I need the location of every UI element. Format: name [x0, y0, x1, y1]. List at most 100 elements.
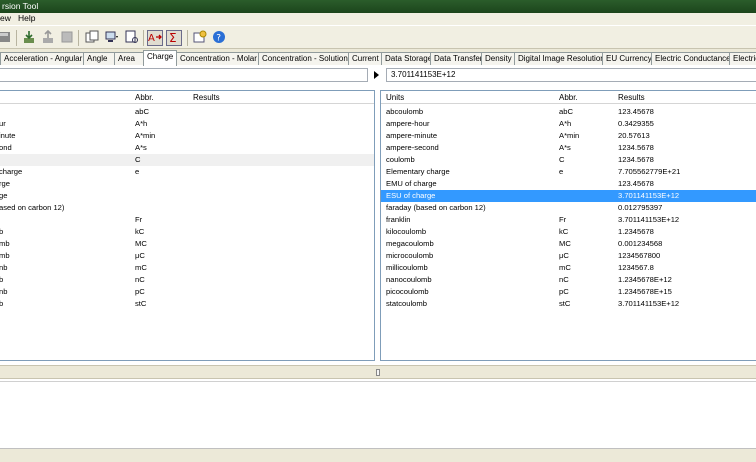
- tab-eu-currency[interactable]: EU Currency: [602, 52, 652, 65]
- table-row[interactable]: Elementary charge e 7.705562779E+21: [381, 166, 756, 178]
- svg-text:A: A: [148, 33, 155, 44]
- unit-abbr: abC: [559, 107, 573, 116]
- table-row[interactable]: franklin Fr 3.701141153E+12: [381, 214, 756, 226]
- help-button[interactable]: ?: [211, 30, 227, 46]
- unit-name: picocoulomb: [386, 287, 429, 296]
- settings-button[interactable]: [192, 30, 208, 46]
- category-tabs: Acceleration - Angular Angle Area Charge Con…: [0, 50, 756, 66]
- unit-name: franklin: [386, 215, 411, 224]
- unit-abbr: C: [559, 155, 565, 164]
- gear-icon: [193, 30, 207, 46]
- table-row[interactable]: mb MC: [0, 238, 374, 250]
- results-column-header[interactable]: Results: [193, 93, 220, 102]
- results-column-header[interactable]: Results: [618, 93, 645, 102]
- table-row[interactable]: abC: [0, 106, 374, 118]
- table-row[interactable]: inute A*min: [0, 130, 374, 142]
- copy-button[interactable]: [84, 30, 100, 46]
- menu-view[interactable]: ew: [0, 13, 11, 23]
- table-row[interactable]: kilocoulomb kC 1.2345678: [381, 226, 756, 238]
- import-icon: [22, 30, 36, 46]
- content-area: 3.701141153E+12 Abbr. Results abC ur A*h in…: [0, 65, 756, 462]
- table-row[interactable]: picocoulomb pC 1.2345678E+15: [381, 286, 756, 298]
- unit-abbr: A*h: [559, 119, 572, 128]
- unit-result: 123.45678: [618, 107, 654, 116]
- table-row[interactable]: charge e: [0, 166, 374, 178]
- unit-result: 1234567.8: [618, 263, 654, 272]
- table-row[interactable]: b kC: [0, 226, 374, 238]
- table-row[interactable]: ased on carbon 12): [0, 202, 374, 214]
- convert-direction-icon: [374, 71, 379, 79]
- unit-abbr: pC: [135, 287, 145, 296]
- tab-electric-conductance[interactable]: Electric Conductance: [651, 52, 730, 65]
- left-input-field[interactable]: [0, 68, 368, 82]
- tab-data-transfer[interactable]: Data Transfer: [430, 52, 482, 65]
- units-column-header[interactable]: Units: [386, 93, 404, 102]
- menu-bar: ew Help: [0, 13, 756, 25]
- unit-abbr: e: [559, 167, 564, 176]
- unit-abbr: MC: [559, 239, 571, 248]
- table-row[interactable]: ESU of charge 3.701141153E+12: [381, 190, 756, 202]
- notes-pane[interactable]: [0, 381, 756, 449]
- tab-charge[interactable]: Charge: [143, 50, 177, 66]
- tab-digital-image-resolution[interactable]: Digital Image Resolution: [514, 52, 603, 65]
- convert-button[interactable]: A: [147, 30, 163, 46]
- table-row[interactable]: ond A*s: [0, 142, 374, 154]
- target-units-list[interactable]: Units Abbr. Results abcoulomb abC 123.4567…: [380, 90, 756, 361]
- pane-splitter[interactable]: [0, 365, 756, 379]
- table-row[interactable]: mb μC: [0, 250, 374, 262]
- table-row[interactable]: megacoulomb MC 0.001234568: [381, 238, 756, 250]
- tab-concentration-solution[interactable]: Concentration - Solution: [258, 52, 349, 65]
- tab-acceleration-angular[interactable]: Acceleration - Angular: [0, 52, 84, 65]
- table-row[interactable]: ampere-second A*s 1234.5678: [381, 142, 756, 154]
- table-row[interactable]: nb mC: [0, 262, 374, 274]
- source-units-list[interactable]: Abbr. Results abC ur A*h inute A*min ond A*s Cc…: [0, 90, 375, 361]
- unit-abbr: mC: [135, 263, 147, 272]
- table-row[interactable]: microcoulomb μC 1234567800: [381, 250, 756, 262]
- table-row[interactable]: coulomb C 1234.5678: [381, 154, 756, 166]
- table-row[interactable]: EMU of charge 123.45678: [381, 178, 756, 190]
- unit-name: Elementary charge: [386, 167, 450, 176]
- abbr-column-header[interactable]: Abbr.: [135, 93, 154, 102]
- unit-result: 20.57613: [618, 131, 650, 140]
- unit-abbr: stC: [559, 299, 571, 308]
- import-button[interactable]: [21, 30, 37, 46]
- tab-angle[interactable]: Angle: [83, 52, 115, 65]
- table-row[interactable]: C: [0, 154, 374, 166]
- tab-data-storage[interactable]: Data Storage: [381, 52, 431, 65]
- clear-button[interactable]: [59, 30, 75, 46]
- tab-concentration-molar[interactable]: Concentration - Molar: [176, 52, 259, 65]
- unit-name: rge: [0, 179, 10, 188]
- preview-button[interactable]: [124, 30, 140, 46]
- tab-area[interactable]: Area: [114, 52, 144, 65]
- table-row[interactable]: faraday (based on carbon 12) 0.012795397: [381, 202, 756, 214]
- menu-help[interactable]: Help: [18, 13, 35, 23]
- table-row[interactable]: Fr: [0, 214, 374, 226]
- table-row[interactable]: b stC: [0, 298, 374, 310]
- tab-current[interactable]: Current: [348, 52, 382, 65]
- abbr-column-header[interactable]: Abbr.: [559, 93, 578, 102]
- table-row[interactable]: statcoulomb stC 3.701141153E+12: [381, 298, 756, 310]
- unit-name: ampere-minute: [386, 131, 438, 140]
- unit-name: ESU of charge: [386, 191, 436, 200]
- table-row[interactable]: b nC: [0, 274, 374, 286]
- table-row[interactable]: abcoulomb abC 123.45678: [381, 106, 756, 118]
- table-row[interactable]: ampere-hour A*h 0.3429355: [381, 118, 756, 130]
- sigma-icon: Σ: [167, 30, 181, 46]
- splitter-grip[interactable]: [376, 369, 380, 376]
- table-row[interactable]: ge: [0, 190, 374, 202]
- unit-name: millicoulomb: [386, 263, 428, 272]
- table-row[interactable]: nb pC: [0, 286, 374, 298]
- tab-density[interactable]: Density: [481, 52, 515, 65]
- tab-electric[interactable]: Electric: [729, 52, 756, 65]
- table-row[interactable]: ampere-minute A*min 20.57613: [381, 130, 756, 142]
- toolbar-separator: [16, 30, 17, 46]
- table-row[interactable]: rge: [0, 178, 374, 190]
- table-row[interactable]: nanocoulomb nC 1.2345678E+12: [381, 274, 756, 286]
- table-row[interactable]: ur A*h: [0, 118, 374, 130]
- toolbar-separator: [78, 30, 79, 46]
- table-row[interactable]: millicoulomb mC 1234567.8: [381, 262, 756, 274]
- export-button[interactable]: [40, 29, 56, 46]
- view-button[interactable]: [104, 30, 120, 46]
- sum-button[interactable]: Σ: [166, 30, 182, 46]
- save-button[interactable]: [0, 30, 12, 46]
